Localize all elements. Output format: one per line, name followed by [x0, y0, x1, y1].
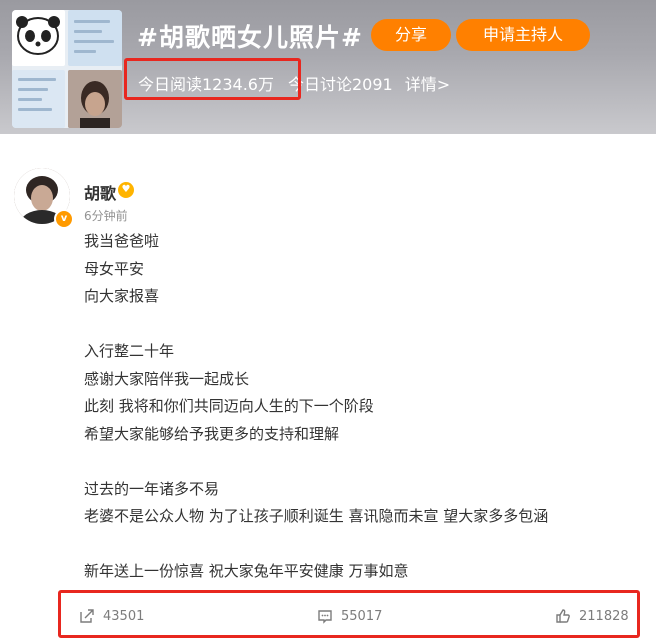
repost-count: 43501 [103, 608, 145, 624]
highlight-box [124, 58, 301, 100]
repost-icon [80, 609, 94, 623]
thumbs-up-icon [556, 609, 570, 623]
post-content: 我当爸爸啦 母女平安 向大家报喜 入行整二十年 感谢大家陪伴我一起成长 此刻 我… [84, 228, 644, 586]
topic-header: #胡歌晒女儿照片# 分享 申请主持人 今日阅读1234.6万 今日讨论2091 详情… [0, 0, 656, 134]
post-action-bar: 43501 55017 211828 [58, 590, 640, 638]
share-button[interactable]: 分享 [371, 19, 451, 51]
post-line: 此刻 我将和你们共同迈向人生的下一个阶段 [84, 397, 374, 415]
post-line [84, 531, 644, 559]
fan-badge-icon[interactable]: ♥ [118, 182, 134, 198]
details-link[interactable]: 详情> [405, 75, 450, 94]
post-line: 老婆不是公众人物 为了让孩子顺利诞生 喜讯隐而未宣 望大家多多包涵 [84, 507, 549, 525]
topic-title[interactable]: #胡歌晒女儿照片# [137, 18, 363, 54]
post-line [84, 448, 644, 476]
post-line: 母女平安 [84, 259, 145, 278]
discuss-count: 今日讨论2091 [288, 75, 393, 94]
post-line: 新年送上一份惊喜 祝大家兔年平安健康 万事如意 [84, 562, 409, 580]
post-line: 入行整二十年 [84, 342, 175, 360]
comment-button[interactable]: 55017 [317, 608, 382, 624]
post-line: 向大家报喜 [84, 287, 160, 305]
apply-host-button[interactable]: 申请主持人 [456, 19, 590, 51]
thumbnail-panda-image [12, 10, 65, 66]
comment-icon [318, 610, 332, 624]
like-button[interactable]: 211828 [555, 608, 629, 624]
post-line: 我当爸爸啦 [84, 232, 160, 250]
thumbnail-person-image [68, 70, 122, 128]
post-line: 希望大家能够给予我更多的支持和理解 [84, 424, 340, 443]
post-line [84, 311, 644, 339]
thumbnail-screenshot-image [12, 70, 65, 128]
post-line: 过去的一年诸多不易 [84, 479, 220, 498]
post-line: 感谢大家陪伴我一起成长 [84, 369, 250, 388]
topic-thumbnail[interactable] [12, 10, 122, 128]
like-count: 211828 [579, 608, 629, 624]
verified-badge-icon: v [54, 209, 74, 229]
comment-count: 55017 [341, 608, 383, 624]
author-name[interactable]: 胡歌 [84, 180, 116, 204]
repost-button[interactable]: 43501 [79, 608, 144, 624]
post-time[interactable]: 6分钟前 [84, 207, 128, 224]
thumbnail-screenshot-image [68, 10, 122, 66]
